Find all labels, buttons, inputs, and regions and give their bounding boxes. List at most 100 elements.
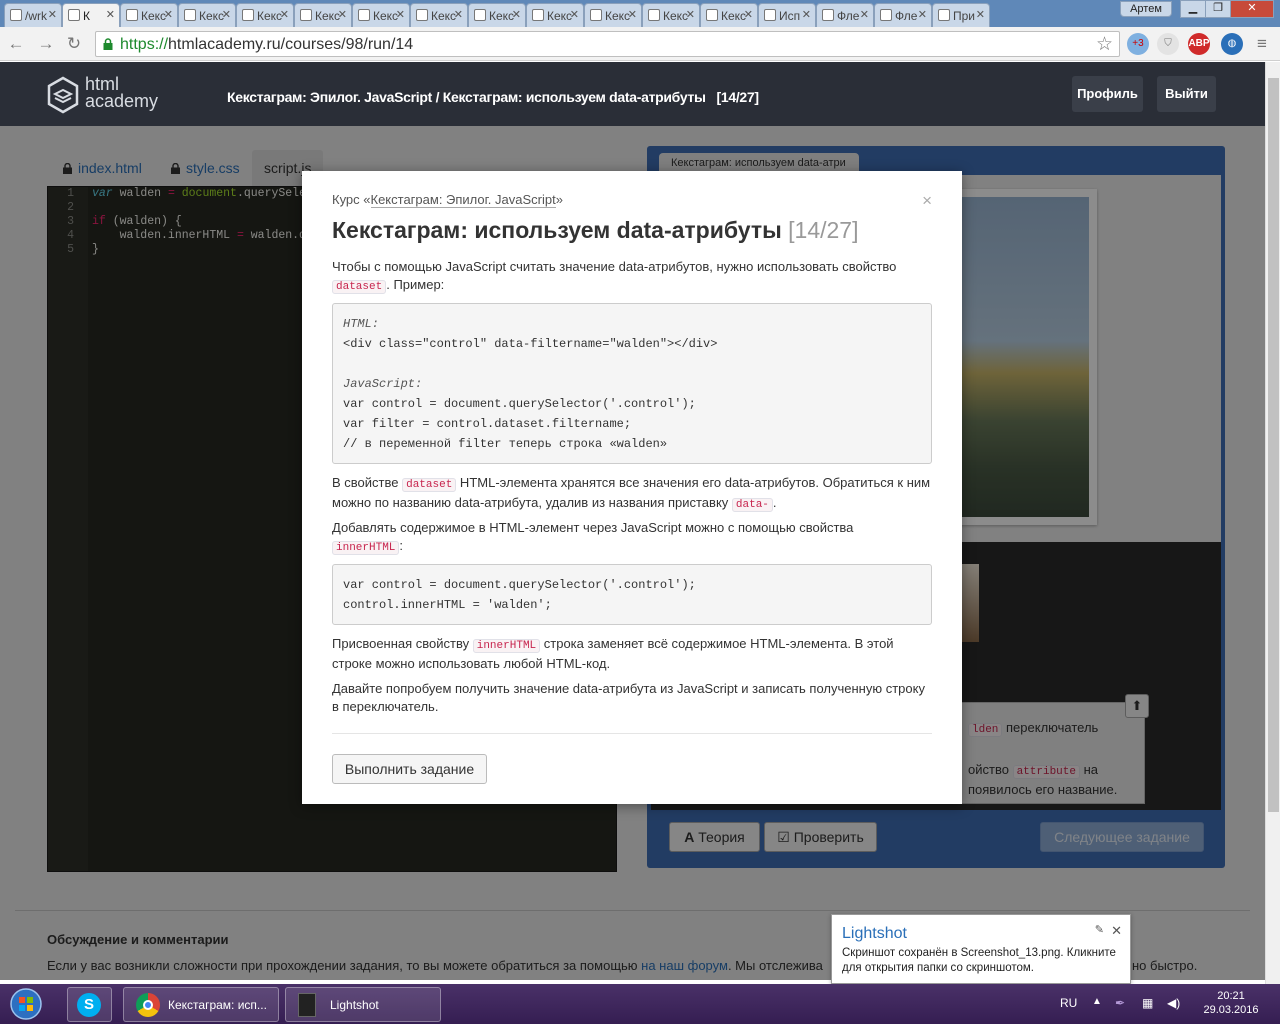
chrome-taskbar-button[interactable]: Кекстаграм: исп... (123, 987, 279, 1022)
address-bar[interactable]: https://htmlacademy.ru/courses/98/run/14… (95, 31, 1120, 57)
pin-icon[interactable]: ✎ (1095, 923, 1104, 936)
skype-icon: S (77, 993, 101, 1017)
browser-tab[interactable]: Кекс ✕ (526, 3, 584, 27)
browser-tab[interactable]: Кекс ✕ (120, 3, 178, 27)
reload-icon[interactable]: ↻ (64, 34, 84, 54)
close-icon[interactable]: ✕ (396, 8, 405, 21)
close-icon[interactable]: × (922, 191, 932, 211)
lesson-counter: [14/27] (788, 217, 859, 243)
chrome-icon (136, 993, 160, 1017)
language-indicator[interactable]: RU (1060, 996, 1077, 1010)
favicon-icon (184, 9, 196, 21)
skype-taskbar-button[interactable]: S (67, 987, 112, 1022)
bookmark-star-icon[interactable]: ☆ (1096, 33, 1113, 56)
window-close-icon[interactable]: ✕ (1230, 0, 1274, 18)
browser-tab[interactable]: При ✕ (932, 3, 990, 27)
lock-icon (103, 38, 113, 50)
browser-tab[interactable]: Фле ✕ (816, 3, 874, 27)
code-example: HTML: <div class="control" data-filternam… (332, 303, 932, 464)
favicon-icon (706, 9, 718, 21)
browser-tab[interactable]: Кекс ✕ (468, 3, 526, 27)
browser-tab[interactable]: Кекс ✕ (642, 3, 700, 27)
browser-tab[interactable]: Кекс ✕ (178, 3, 236, 27)
breadcrumb: Кекстаграм: Эпилог. JavaScript / Кекстаг… (227, 89, 759, 105)
browser-tab[interactable]: /wrk ✕ (4, 3, 62, 27)
volume-icon[interactable]: ◀) (1167, 996, 1180, 1010)
close-icon[interactable]: ✕ (164, 8, 173, 21)
windows-start-icon[interactable] (8, 987, 44, 1021)
url-text: https://htmlacademy.ru/courses/98/run/14 (120, 36, 414, 53)
adblock-icon[interactable]: ABP (1188, 33, 1210, 55)
paragraph: Чтобы с помощью JavaScript считать значе… (332, 259, 897, 294)
paragraph: Давайте попробуем получить значение data… (332, 681, 925, 714)
network-icon[interactable]: ▦ (1142, 996, 1153, 1010)
course-link[interactable]: Кекстаграм: Эпилог. JavaScript (370, 192, 556, 208)
favicon-icon (242, 9, 254, 21)
browser-toolbar: ← → ↻ https://htmlacademy.ru/courses/98/… (0, 27, 1280, 61)
lesson-counter: [14/27] (716, 89, 760, 105)
close-icon[interactable]: ✕ (686, 8, 695, 21)
close-icon[interactable]: ✕ (860, 8, 869, 21)
profile-button[interactable]: Профиль (1072, 76, 1143, 112)
close-icon[interactable]: ✕ (802, 8, 811, 21)
breadcrumb-course[interactable]: Кекстаграм: Эпилог. JavaScript (227, 89, 432, 105)
close-icon[interactable]: ✕ (1111, 923, 1122, 939)
browser-tab[interactable]: Кекс ✕ (584, 3, 642, 27)
paragraph: Присвоенная свойству innerHTML строка за… (332, 636, 894, 671)
favicon-icon (822, 9, 834, 21)
scrollbar-thumb[interactable] (1268, 78, 1279, 812)
favicon-icon (416, 9, 428, 21)
favicon-icon (590, 9, 602, 21)
system-clock[interactable]: 20:21 29.03.2016 (1196, 989, 1266, 1017)
code-example: var control = document.querySelector('.c… (332, 564, 932, 625)
browser-tabstrip: /wrk ✕ К ✕ Кекс ✕ Кекс ✕ Кекс ✕ Кекс ✕ Кекс ✕ К… (0, 0, 1280, 27)
tray-expand-icon[interactable]: ▲ (1092, 996, 1102, 1007)
favicon-icon (358, 9, 370, 21)
close-icon[interactable]: ✕ (918, 8, 927, 21)
browser-tab[interactable]: Фле ✕ (874, 3, 932, 27)
close-icon[interactable]: ✕ (280, 8, 289, 21)
close-icon[interactable]: ✕ (222, 8, 231, 21)
logout-button[interactable]: Выйти (1157, 76, 1216, 112)
close-icon[interactable]: ✕ (744, 8, 753, 21)
shield-icon[interactable]: ⛉ (1157, 33, 1179, 55)
favicon-icon (532, 9, 544, 21)
close-icon[interactable]: ✕ (454, 8, 463, 21)
page-scrollbar[interactable] (1265, 62, 1280, 984)
close-icon[interactable]: ✕ (338, 8, 347, 21)
lightshot-notification[interactable]: Lightshot ✎ ✕ Скриншот сохранён в Screen… (831, 914, 1131, 984)
course-line: Курс «Кекстаграм: Эпилог. JavaScript» (332, 192, 563, 208)
close-icon[interactable]: ✕ (512, 8, 521, 21)
logo-text[interactable]: html academy (85, 75, 158, 110)
close-icon[interactable]: ✕ (106, 8, 115, 21)
browser-tab[interactable]: Кекс ✕ (236, 3, 294, 27)
browser-tab[interactable]: Исп ✕ (758, 3, 816, 27)
close-icon[interactable]: ✕ (48, 8, 57, 21)
browser-tab[interactable]: Кекс ✕ (294, 3, 352, 27)
close-icon[interactable]: ✕ (628, 8, 637, 21)
lightshot-tray-icon[interactable]: ✒ (1115, 996, 1125, 1010)
maximize-icon[interactable]: ❐ (1205, 0, 1231, 18)
weather-extension-icon[interactable]: +3 (1127, 33, 1149, 55)
close-icon[interactable]: ✕ (570, 8, 579, 21)
menu-icon[interactable]: ≡ (1252, 34, 1272, 54)
academy-logo-icon[interactable] (47, 76, 79, 114)
breadcrumb-lesson: Кекстаграм: используем data-атрибуты (442, 89, 706, 105)
favicon-icon (648, 9, 660, 21)
paragraph: Добавлять содержимое в HTML-элемент чере… (332, 520, 854, 555)
forward-icon[interactable]: → (36, 34, 56, 54)
back-icon[interactable]: ← (6, 34, 26, 54)
globe-icon[interactable]: ◍ (1221, 33, 1243, 55)
favicon-icon (300, 9, 312, 21)
browser-tab[interactable]: Кекс ✕ (352, 3, 410, 27)
lightshot-taskbar-button[interactable]: Lightshot (285, 987, 441, 1022)
run-task-button[interactable]: Выполнить задание (332, 754, 487, 784)
browser-tab[interactable]: Кекс ✕ (700, 3, 758, 27)
browser-user[interactable]: Артем (1120, 1, 1172, 17)
site-header: html academy Кекстаграм: Эпилог. JavaScr… (0, 62, 1265, 126)
browser-tab-active[interactable]: К ✕ (62, 3, 120, 27)
browser-tab[interactable]: Кекс ✕ (410, 3, 468, 27)
close-icon[interactable]: ✕ (976, 8, 985, 21)
theory-modal: × Курс «Кекстаграм: Эпилог. JavaScript» … (302, 171, 962, 804)
minimize-icon[interactable]: ▁ (1180, 0, 1206, 18)
